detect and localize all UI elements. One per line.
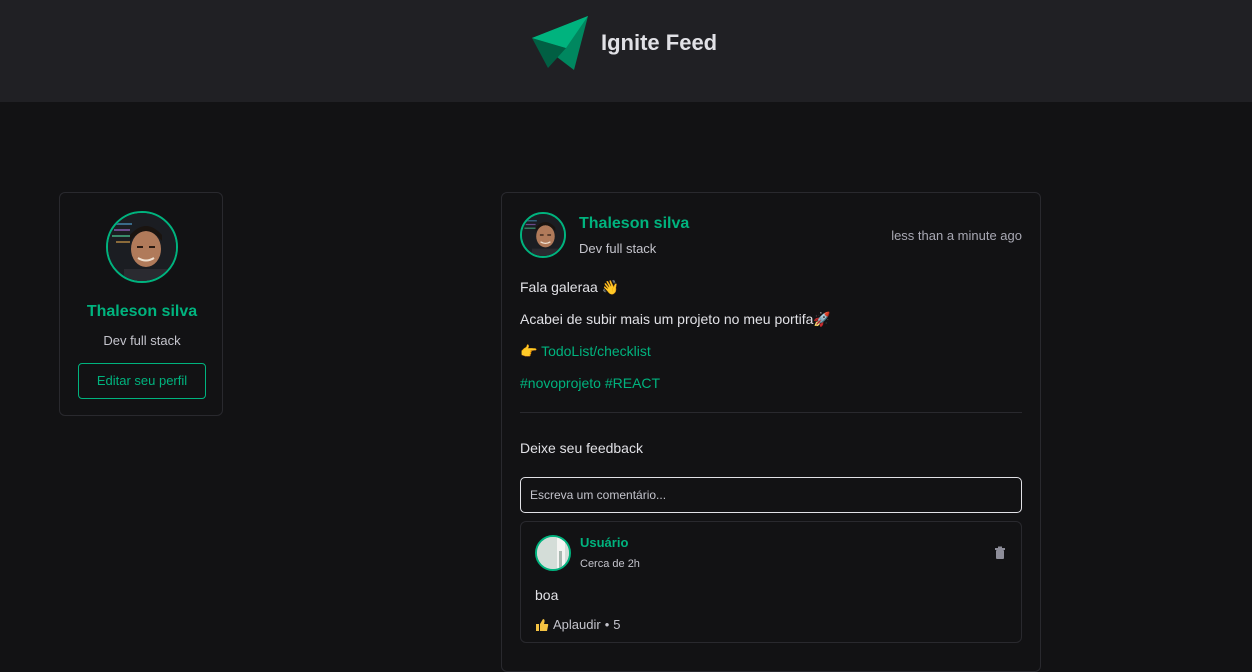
- post-greeting: Fala galeraa 👋: [520, 279, 620, 295]
- comment-text: boa: [535, 587, 559, 603]
- feedback-title: Deixe seu feedback: [520, 440, 643, 456]
- post-link[interactable]: TodoList/checklist: [541, 343, 651, 359]
- pointing-hand-icon: 👉: [520, 343, 538, 359]
- comment-time: Cerca de 2h: [580, 558, 640, 570]
- post-text: Acabei de subir mais um projeto no meu p…: [520, 311, 831, 327]
- post-card: Thaleson silva Dev full stack less than …: [501, 192, 1041, 672]
- comment-input[interactable]: [520, 477, 1022, 513]
- edit-profile-button[interactable]: Editar seu perfil: [78, 363, 206, 399]
- applaud-separator: •: [604, 617, 610, 632]
- post-hashtags[interactable]: #novoprojeto #REACT: [520, 375, 660, 391]
- applaud-button[interactable]: Aplaudir • 5: [535, 617, 621, 632]
- post-author-name: Thaleson silva: [579, 215, 690, 232]
- post-divider: [520, 412, 1022, 413]
- ignite-logo-icon: [532, 16, 588, 70]
- top-header: Ignite Feed: [0, 0, 1252, 102]
- post-timestamp: less than a minute ago: [891, 228, 1022, 243]
- trash-icon[interactable]: [993, 546, 1007, 560]
- applaud-label: Aplaudir: [553, 617, 601, 632]
- profile-sidebar: Thaleson silva Dev full stack Editar seu…: [59, 192, 223, 416]
- avatar-photo-icon: [108, 213, 176, 281]
- applaud-count: 5: [613, 617, 621, 632]
- comment-author: Usuário: [580, 535, 629, 550]
- comment-avatar[interactable]: [535, 535, 571, 571]
- comment-card: Usuário Cerca de 2h boa Aplaudir • 5: [520, 521, 1022, 643]
- post-author-avatar[interactable]: [520, 212, 566, 258]
- profile-name: Thaleson silva: [86, 303, 198, 320]
- profile-role: Dev full stack: [103, 333, 181, 348]
- post-link-line: 👉 TodoList/checklist: [520, 343, 651, 360]
- brand-title: Ignite Feed: [601, 30, 718, 55]
- post-author-role: Dev full stack: [579, 241, 657, 256]
- avatar-photo-icon: [537, 537, 569, 569]
- profile-avatar[interactable]: [106, 211, 178, 283]
- thumbs-up-icon: [536, 618, 549, 631]
- avatar-photo-icon: [522, 214, 564, 256]
